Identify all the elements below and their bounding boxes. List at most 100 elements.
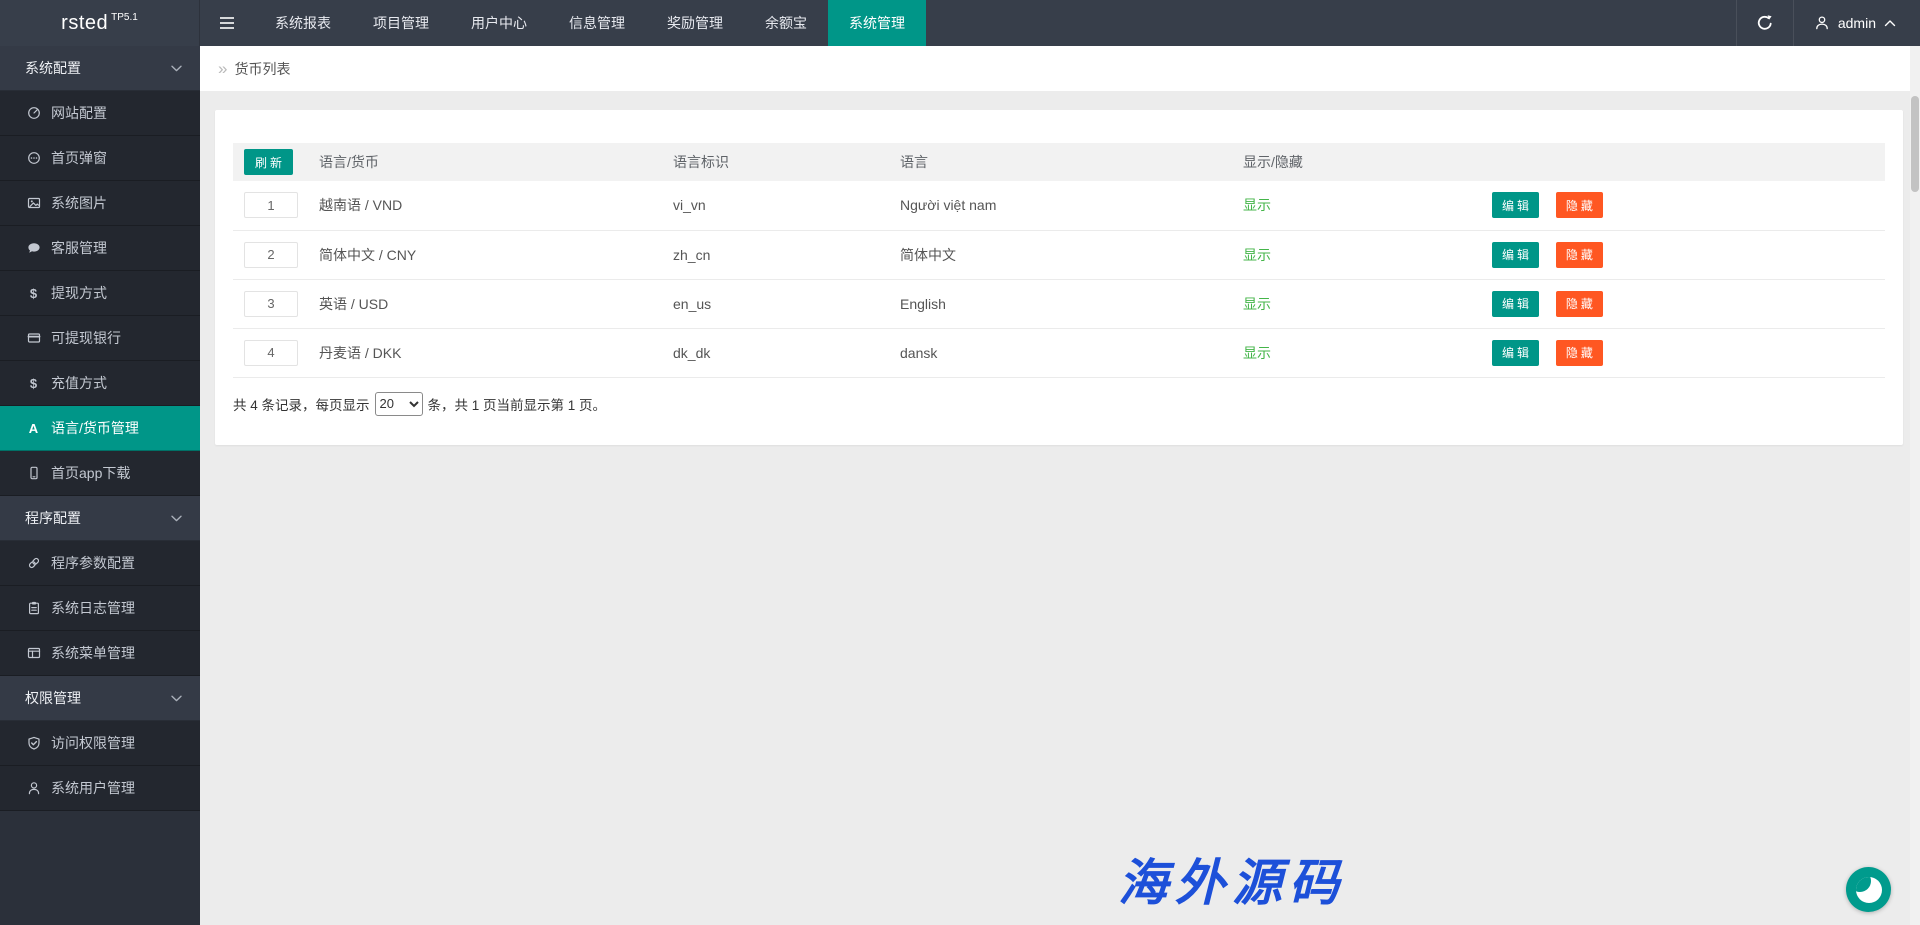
sidebar-section-program-config[interactable]: 程序配置: [0, 496, 200, 541]
cell-language-code: en_us: [673, 279, 900, 328]
chat-icon: [25, 241, 42, 255]
sidebar-item-system-logs[interactable]: 系统日志管理: [0, 586, 200, 631]
sidebar-item-system-menus[interactable]: 系统菜单管理: [0, 631, 200, 676]
column-header-language-currency: 语言/货币: [319, 143, 673, 181]
sidebar-item-label: 客服管理: [51, 238, 107, 258]
cell-language: 简体中文: [900, 230, 1243, 279]
column-header-language: 语言: [900, 143, 1243, 181]
column-header-language-code: 语言标识: [673, 143, 900, 181]
edit-button[interactable]: 编辑: [1492, 192, 1539, 218]
nav-item-rewards[interactable]: 奖励管理: [646, 0, 744, 46]
nav-item-system-management[interactable]: 系统管理: [828, 0, 926, 46]
user-icon: [25, 781, 42, 795]
cell-language-code: vi_vn: [673, 181, 900, 230]
sidebar-item-label: 程序参数配置: [51, 553, 135, 573]
hide-button[interactable]: 隐藏: [1556, 242, 1603, 268]
sidebar-item-system-users[interactable]: 系统用户管理: [0, 766, 200, 811]
column-header-show-hide: 显示/隐藏: [1243, 143, 1452, 181]
status-badge: 显示: [1243, 345, 1271, 361]
phone-icon: [25, 466, 42, 480]
cell-language-code: zh_cn: [673, 230, 900, 279]
sort-order-input[interactable]: [244, 192, 298, 218]
link-icon: [25, 556, 42, 570]
page-scrollbar[interactable]: [1910, 46, 1920, 925]
sidebar-item-withdraw-method[interactable]: $ 提现方式: [0, 271, 200, 316]
edit-button[interactable]: 编辑: [1492, 291, 1539, 317]
logo-text: rsted: [61, 12, 108, 35]
shield-check-icon: [25, 736, 42, 750]
sidebar-item-recharge-method[interactable]: $ 充值方式: [0, 361, 200, 406]
pagination-bar: 共 4 条记录，每页显示 20 条，共 1 页当前显示第 1 页。: [233, 392, 1885, 416]
sidebar-item-withdraw-banks[interactable]: 可提现银行: [0, 316, 200, 361]
page-size-select[interactable]: 20: [375, 392, 423, 416]
collapse-menu-button[interactable]: [200, 0, 254, 46]
nav-item-projects[interactable]: 项目管理: [352, 0, 450, 46]
gauge-icon: [25, 106, 42, 120]
nav-item-yuebao[interactable]: 余额宝: [744, 0, 828, 46]
cell-language-code: dk_dk: [673, 328, 900, 377]
sidebar-item-home-popup[interactable]: 首页弹窗: [0, 136, 200, 181]
currency-list-card: 刷新 语言/货币 语言标识 语言 显示/隐藏 越南语 / VND vi_vn N…: [215, 110, 1903, 445]
top-navbar: rsted TP5.1 系统报表 项目管理 用户中心 信息管理 奖励管理 余额宝…: [0, 0, 1920, 46]
chevron-down-icon: [171, 515, 182, 522]
nav-item-user-center[interactable]: 用户中心: [450, 0, 548, 46]
cell-language: Người việt nam: [900, 181, 1243, 230]
cell-language: dansk: [900, 328, 1243, 377]
sidebar-item-language-currency[interactable]: A 语言/货币管理: [0, 406, 200, 451]
column-header-actions: [1452, 143, 1885, 181]
sidebar-item-label: 系统图片: [51, 193, 107, 213]
sort-order-input[interactable]: [244, 291, 298, 317]
sidebar-item-label: 提现方式: [51, 283, 107, 303]
topbar-right: admin: [1736, 0, 1920, 46]
hide-button[interactable]: 隐藏: [1556, 340, 1603, 366]
bank-card-icon: [25, 331, 42, 345]
language-icon: A: [25, 421, 42, 436]
username: admin: [1838, 15, 1876, 31]
sidebar-item-system-images[interactable]: 系统图片: [0, 181, 200, 226]
sidebar-item-app-download[interactable]: 首页app下载: [0, 451, 200, 496]
section-title: 权限管理: [25, 688, 81, 708]
breadcrumb: » 货币列表: [200, 46, 1910, 91]
hide-button[interactable]: 隐藏: [1556, 192, 1603, 218]
edit-button[interactable]: 编辑: [1492, 242, 1539, 268]
sort-order-input[interactable]: [244, 242, 298, 268]
sidebar-section-permissions[interactable]: 权限管理: [0, 676, 200, 721]
sidebar-item-label: 首页app下载: [51, 463, 130, 483]
sidebar-item-access-permissions[interactable]: 访问权限管理: [0, 721, 200, 766]
hamburger-icon: [219, 16, 235, 30]
logo-version: TP5.1: [111, 12, 138, 23]
sidebar: 系统配置 网站配置 首页弹窗 系统图片: [0, 46, 200, 925]
sidebar-item-program-params[interactable]: 程序参数配置: [0, 541, 200, 586]
refresh-table-button[interactable]: 刷新: [244, 149, 293, 175]
sidebar-item-customer-service[interactable]: 客服管理: [0, 226, 200, 271]
edit-button[interactable]: 编辑: [1492, 340, 1539, 366]
clipboard-icon: [25, 601, 42, 615]
refresh-page-button[interactable]: [1736, 0, 1794, 46]
app-window: rsted TP5.1 系统报表 项目管理 用户中心 信息管理 奖励管理 余额宝…: [0, 0, 1920, 925]
section-title: 系统配置: [25, 58, 81, 78]
pagination-suffix: 条，共 1 页当前显示第 1 页。: [428, 394, 607, 414]
sidebar-item-label: 网站配置: [51, 103, 107, 123]
table-row: 英语 / USD en_us English 显示 编辑 隐藏: [233, 279, 1885, 328]
nav-item-information[interactable]: 信息管理: [548, 0, 646, 46]
chevron-up-icon: [1884, 19, 1896, 27]
sidebar-section-system-config[interactable]: 系统配置: [0, 46, 200, 91]
dollar-icon: $: [25, 286, 42, 301]
scrollbar-thumb[interactable]: [1911, 96, 1919, 192]
floating-action-button[interactable]: [1846, 867, 1891, 912]
user-menu[interactable]: admin: [1794, 0, 1920, 46]
nav-item-reports[interactable]: 系统报表: [254, 0, 352, 46]
table-row: 越南语 / VND vi_vn Người việt nam 显示 编辑 隐藏: [233, 181, 1885, 230]
sidebar-item-website-config[interactable]: 网站配置: [0, 91, 200, 136]
table-row: 简体中文 / CNY zh_cn 简体中文 显示 编辑 隐藏: [233, 230, 1885, 279]
crescent-icon: [1856, 877, 1882, 903]
window-icon: [25, 646, 42, 660]
cell-language-currency: 英语 / USD: [319, 279, 673, 328]
chevron-down-icon: [171, 695, 182, 702]
sort-order-input[interactable]: [244, 340, 298, 366]
top-nav: 系统报表 项目管理 用户中心 信息管理 奖励管理 余额宝 系统管理: [254, 0, 926, 46]
hide-button[interactable]: 隐藏: [1556, 291, 1603, 317]
status-badge: 显示: [1243, 247, 1271, 263]
image-icon: [25, 196, 42, 210]
user-icon: [1814, 15, 1830, 31]
